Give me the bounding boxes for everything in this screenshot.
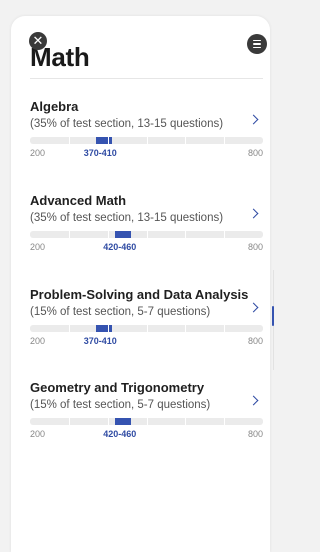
section-algebra[interactable]: Algebra (35% of test section, 13-15 ques…	[30, 99, 263, 158]
track-tick	[146, 418, 148, 425]
scale-min: 200	[30, 242, 46, 252]
section-title: Problem-Solving and Data Analysis	[30, 287, 249, 302]
track-tick	[185, 231, 187, 238]
track-tick	[185, 137, 187, 144]
section-title: Algebra	[30, 99, 79, 114]
score-range-label: 370-410	[83, 148, 117, 158]
track-tick	[224, 231, 226, 238]
score-track	[30, 418, 263, 425]
close-button[interactable]: ✕	[29, 32, 47, 50]
track-tick	[224, 418, 226, 425]
track-tick	[107, 418, 109, 425]
section-title: Geometry and Trigonometry	[30, 380, 205, 395]
track-tick	[146, 325, 148, 332]
track-tick	[185, 418, 187, 425]
section-problem-solving[interactable]: Problem-Solving and Data Analysis (15% o…	[30, 287, 263, 346]
track-tick	[185, 325, 187, 332]
section-subtitle: (15% of test section, 5-7 questions)	[30, 399, 211, 411]
scale-max: 800	[247, 429, 263, 439]
track-tick	[224, 325, 226, 332]
list-icon	[253, 39, 261, 42]
score-scale: 200 420-460 800	[30, 242, 263, 254]
section-subtitle: (35% of test section, 13-15 questions)	[30, 118, 224, 130]
score-track	[30, 231, 263, 238]
section-subtitle: (15% of test section, 5-7 questions)	[30, 306, 211, 318]
section-title: Advanced Math	[30, 193, 127, 208]
track-tick	[107, 231, 109, 238]
section-subtitle: (35% of test section, 13-15 questions)	[30, 212, 224, 224]
score-scale: 200 370-410 800	[30, 148, 263, 160]
track-tick	[68, 325, 70, 332]
scale-min: 200	[30, 429, 46, 439]
score-details-sheet	[11, 16, 270, 552]
close-icon: ✕	[32, 33, 44, 48]
score-range-fill	[115, 418, 131, 425]
scale-min: 200	[30, 148, 46, 158]
track-tick	[107, 137, 109, 144]
scrollbar-thumb[interactable]	[272, 306, 274, 326]
scale-max: 800	[247, 148, 263, 158]
scale-min: 200	[30, 336, 46, 346]
score-range-label: 420-460	[103, 429, 137, 439]
score-range-fill	[115, 231, 131, 238]
score-range-fill	[96, 325, 112, 332]
track-tick	[68, 137, 70, 144]
track-tick	[146, 137, 148, 144]
score-scale: 200 420-460 800	[30, 429, 263, 441]
score-range-fill	[96, 137, 112, 144]
score-track	[30, 325, 263, 332]
track-tick	[146, 231, 148, 238]
list-button[interactable]	[247, 34, 267, 54]
track-tick	[107, 325, 109, 332]
track-tick	[68, 231, 70, 238]
score-range-label: 370-410	[83, 336, 117, 346]
score-track	[30, 137, 263, 144]
divider	[30, 78, 263, 79]
score-range-label: 420-460	[103, 242, 137, 252]
score-scale: 200 370-410 800	[30, 336, 263, 348]
track-tick	[224, 137, 226, 144]
section-advanced-math[interactable]: Advanced Math (35% of test section, 13-1…	[30, 193, 263, 252]
scale-max: 800	[247, 336, 263, 346]
track-tick	[68, 418, 70, 425]
section-geometry[interactable]: Geometry and Trigonometry (15% of test s…	[30, 380, 263, 439]
scale-max: 800	[247, 242, 263, 252]
